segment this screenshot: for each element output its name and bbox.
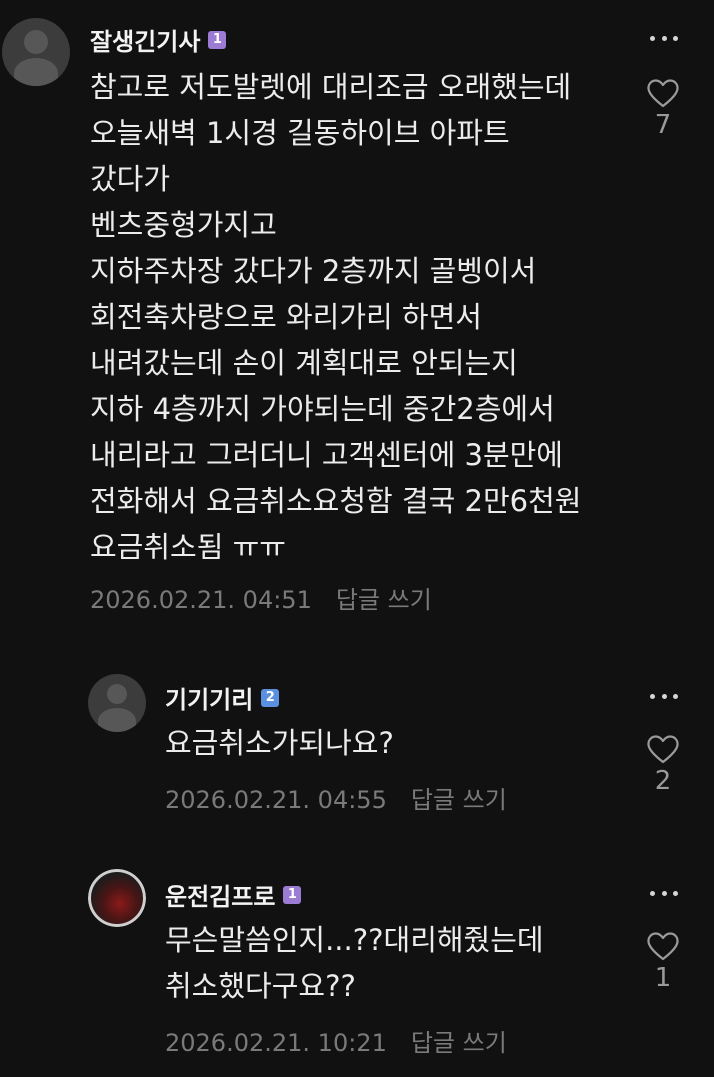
comment-item: 잘생긴기사 1 참고로 저도발렛에 대리조금 오래했는데 오늘새벽 1시경 길동… (0, 0, 714, 640)
comment-author[interactable]: 운전김프로 1 (165, 877, 302, 912)
more-options-icon[interactable] (650, 34, 678, 42)
author-name: 잘생긴기사 (90, 28, 201, 56)
comment-text: 요금취소가되나요? (165, 726, 394, 760)
like-count: 7 (654, 110, 672, 140)
reply-button[interactable]: 답글 쓰기 (411, 1029, 507, 1057)
reply-item: 기기기리 2 요금취소가되나요? 2 2026.02.21. 04:55 답글 쓰… (0, 660, 714, 850)
like-button[interactable]: 1 (643, 931, 683, 993)
like-button[interactable]: 2 (643, 734, 683, 796)
comment-meta: 2026.02.21. 04:51 답글 쓰기 (90, 580, 432, 615)
level-badge: 2 (261, 688, 280, 707)
author-name: 기기기리 (165, 686, 254, 714)
timestamp: 2026.02.21. 04:55 (165, 786, 387, 814)
like-button[interactable]: 7 (643, 78, 683, 140)
reply-button[interactable]: 답글 쓰기 (336, 586, 432, 614)
comment-author[interactable]: 기기기리 2 (165, 680, 280, 715)
avatar[interactable] (2, 18, 70, 86)
more-options-icon[interactable] (650, 692, 678, 700)
timestamp: 2026.02.21. 10:21 (165, 1029, 387, 1057)
more-options-icon[interactable] (650, 889, 678, 897)
comment-meta: 2026.02.21. 04:55 답글 쓰기 (165, 780, 507, 815)
like-count: 1 (654, 963, 672, 993)
comment-author[interactable]: 잘생긴기사 1 (90, 22, 227, 57)
level-badge: 1 (208, 30, 227, 49)
like-count: 2 (654, 766, 672, 796)
comment-text: 참고로 저도발렛에 대리조금 오래했는데 오늘새벽 1시경 길동하이브 아파트 … (90, 70, 582, 564)
reply-item: 운전김프로 1 무슨말씀인지...??대리해줬는데 취소했다구요?? 1 202… (0, 855, 714, 1077)
avatar[interactable] (88, 869, 146, 927)
heart-icon (647, 932, 679, 961)
comment-text: 무슨말씀인지...??대리해줬는데 취소했다구요?? (165, 923, 544, 1003)
timestamp: 2026.02.21. 04:51 (90, 586, 312, 614)
author-name: 운전김프로 (165, 883, 276, 911)
heart-icon (647, 735, 679, 764)
avatar[interactable] (88, 674, 146, 732)
comment-meta: 2026.02.21. 10:21 답글 쓰기 (165, 1023, 507, 1058)
level-badge: 1 (283, 885, 302, 904)
heart-icon (647, 79, 679, 108)
reply-button[interactable]: 답글 쓰기 (411, 786, 507, 814)
